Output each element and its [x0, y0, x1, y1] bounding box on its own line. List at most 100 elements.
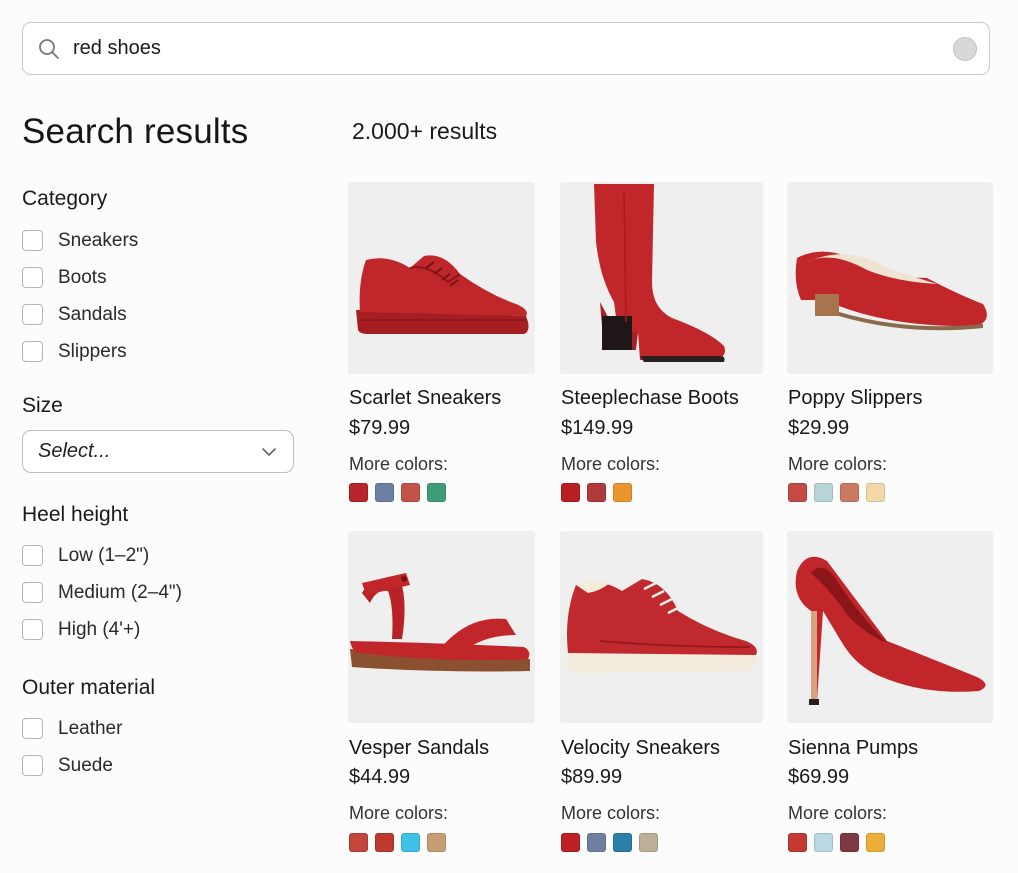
more-colors-label: More colors:	[788, 454, 888, 474]
color-swatches	[561, 483, 632, 502]
category-option-sandals[interactable]: Sandals	[22, 296, 312, 333]
checkbox[interactable]	[22, 267, 43, 288]
color-swatches	[349, 483, 446, 502]
checkbox[interactable]	[22, 341, 43, 362]
color-swatch[interactable]	[840, 833, 859, 852]
flat-slipper-image	[795, 251, 987, 331]
size-filter-title: Size	[22, 394, 63, 417]
heel-pump-image	[795, 556, 986, 705]
size-select[interactable]: Select...	[22, 430, 294, 473]
suede-sneaker-image	[356, 255, 529, 334]
category-filter: Category Sneakers Boots Sandals Slippers	[22, 185, 312, 370]
checkbox[interactable]	[22, 582, 43, 603]
material-option-suede[interactable]: Suede	[22, 747, 312, 784]
option-label: Sneakers	[58, 229, 139, 251]
color-swatch[interactable]	[561, 833, 580, 852]
color-swatch[interactable]	[613, 833, 632, 852]
option-label: Slippers	[58, 340, 127, 362]
search-bar[interactable]	[22, 22, 990, 75]
color-swatches	[788, 483, 885, 502]
product-price: $89.99	[561, 766, 623, 788]
more-colors-label: More colors:	[349, 454, 449, 474]
product-name[interactable]: Steeplechase Boots	[561, 387, 739, 410]
heel-option-low[interactable]: Low (1–2")	[22, 537, 312, 574]
clear-icon[interactable]	[953, 37, 977, 61]
heel-option-medium[interactable]: Medium (2–4")	[22, 574, 312, 611]
color-swatch[interactable]	[814, 483, 833, 502]
color-swatch[interactable]	[639, 833, 658, 852]
outer-material-filter-title: Outer material	[22, 676, 156, 699]
product-price: $79.99	[349, 417, 411, 439]
more-colors-label: More colors:	[788, 803, 888, 823]
category-filter-title: Category	[22, 187, 108, 210]
color-swatch[interactable]	[866, 483, 885, 502]
size-select-value: Select...	[38, 440, 111, 462]
color-swatch[interactable]	[587, 483, 606, 502]
option-label: Suede	[58, 754, 113, 776]
more-colors-label: More colors:	[561, 454, 661, 474]
strap-sandal-image	[350, 573, 530, 672]
product-price: $29.99	[788, 417, 850, 439]
color-swatch[interactable]	[788, 483, 807, 502]
option-label: Sandals	[58, 303, 127, 325]
product-image[interactable]	[787, 182, 993, 374]
product-name[interactable]: Poppy Slippers	[788, 387, 923, 410]
product-price: $44.99	[349, 766, 411, 788]
color-swatch[interactable]	[349, 833, 368, 852]
checkbox[interactable]	[22, 545, 43, 566]
heel-option-high[interactable]: High (4'+)	[22, 611, 312, 648]
product-price: $149.99	[561, 417, 634, 439]
product-name[interactable]: Vesper Sandals	[349, 737, 489, 760]
color-swatch[interactable]	[427, 833, 446, 852]
category-option-boots[interactable]: Boots	[22, 259, 312, 296]
material-option-leather[interactable]: Leather	[22, 710, 312, 747]
outer-material-filter: Outer material Leather Suede	[22, 674, 312, 784]
color-swatches	[561, 833, 658, 852]
product-image[interactable]	[560, 182, 763, 374]
checkbox[interactable]	[22, 718, 43, 739]
color-swatch[interactable]	[427, 483, 446, 502]
product-image[interactable]	[560, 531, 763, 723]
option-label: Boots	[58, 266, 107, 288]
option-label: Leather	[58, 717, 123, 739]
color-swatch[interactable]	[401, 833, 420, 852]
color-swatch[interactable]	[788, 833, 807, 852]
checkbox[interactable]	[22, 304, 43, 325]
color-swatch[interactable]	[375, 833, 394, 852]
option-label: Medium (2–4")	[58, 581, 182, 603]
checkbox[interactable]	[22, 619, 43, 640]
page-title: Search results	[22, 112, 249, 151]
checkbox[interactable]	[22, 755, 43, 776]
color-swatch[interactable]	[375, 483, 394, 502]
color-swatch[interactable]	[401, 483, 420, 502]
option-label: Low (1–2")	[58, 544, 150, 566]
color-swatch[interactable]	[613, 483, 632, 502]
tall-boot-image	[594, 184, 725, 362]
more-colors-label: More colors:	[349, 803, 449, 823]
product-price: $69.99	[788, 766, 850, 788]
color-swatch[interactable]	[814, 833, 833, 852]
color-swatch[interactable]	[866, 833, 885, 852]
option-label: High (4'+)	[58, 618, 141, 640]
color-swatches	[788, 833, 885, 852]
product-image[interactable]	[787, 531, 993, 723]
filter-sidebar: Search results Category Sneakers Boots S…	[22, 110, 312, 784]
leather-sneaker-image	[566, 579, 757, 673]
search-icon	[39, 39, 59, 59]
product-name[interactable]: Velocity Sneakers	[561, 737, 720, 760]
color-swatch[interactable]	[561, 483, 580, 502]
category-option-sneakers[interactable]: Sneakers	[22, 222, 312, 259]
category-option-slippers[interactable]: Slippers	[22, 333, 312, 370]
product-image[interactable]	[348, 531, 535, 723]
color-swatch[interactable]	[587, 833, 606, 852]
size-filter: Size Select...	[22, 392, 312, 473]
checkbox[interactable]	[22, 230, 43, 251]
product-name[interactable]: Scarlet Sneakers	[349, 387, 501, 410]
color-swatch[interactable]	[349, 483, 368, 502]
heel-height-filter-title: Heel height	[22, 503, 129, 526]
product-name[interactable]: Sienna Pumps	[788, 737, 918, 760]
color-swatch[interactable]	[840, 483, 859, 502]
product-image[interactable]	[348, 182, 535, 374]
results-count: 2.000+ results	[352, 118, 498, 144]
search-input[interactable]	[73, 33, 933, 63]
